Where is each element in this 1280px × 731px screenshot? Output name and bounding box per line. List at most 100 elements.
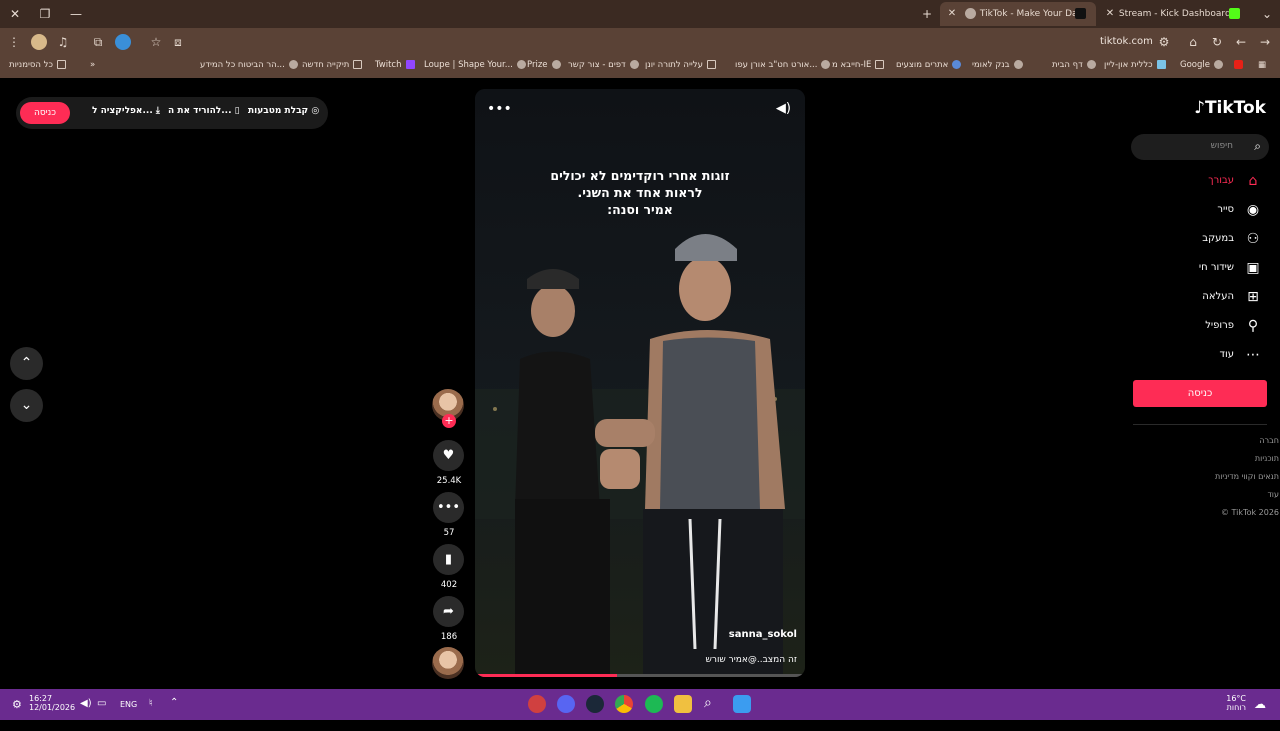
steam-icon[interactable]	[586, 695, 604, 713]
back-icon[interactable]: ←	[1233, 34, 1249, 50]
footer-company[interactable]: חברה	[1140, 436, 1280, 445]
get-app-button[interactable]: אפליקציה ל... ⤓	[92, 106, 160, 116]
globe-icon	[288, 60, 298, 69]
extension-icon[interactable]	[115, 34, 131, 50]
tray-expand-icon[interactable]: ⌃	[170, 697, 178, 728]
sidebar-item-foryou[interactable]: עבורך ⌂	[1134, 172, 1264, 192]
apps-grid-icon[interactable]: ▦	[1258, 60, 1266, 70]
site-settings-icon[interactable]: ⚙	[1156, 34, 1172, 50]
bookmark-home[interactable]: דף הבית	[1052, 60, 1096, 70]
bookmark-prize[interactable]: Prize	[527, 60, 561, 70]
sidebar-item-live[interactable]: שידור חי ▣	[1134, 259, 1264, 279]
save-count: 402	[440, 580, 458, 590]
restore-window-icon[interactable]: ❐	[35, 4, 55, 24]
app-icon[interactable]	[528, 695, 546, 713]
video-player[interactable]: ••• ◀) זוגות אחרי רוקדימים לא יכולים לרא…	[475, 89, 805, 677]
minimize-window-icon[interactable]: —	[66, 4, 86, 24]
bookmark-all[interactable]: כל הסימניות	[9, 60, 66, 70]
close-tab-icon[interactable]: ✕	[946, 2, 958, 26]
bookmarks-overflow-icon[interactable]: »	[90, 60, 95, 70]
upload-icon: ⊞	[1247, 289, 1259, 305]
folder-icon	[875, 60, 885, 69]
youtube-icon[interactable]	[1230, 60, 1243, 70]
video-progress-bar[interactable]	[475, 674, 805, 677]
close-tab-icon[interactable]: ✕	[1104, 2, 1116, 26]
bookmark-twitch[interactable]: Twitch	[375, 60, 415, 70]
windows-start-icon[interactable]	[733, 695, 751, 713]
save-button[interactable]: ▮	[433, 544, 464, 575]
tab-kick[interactable]: ✕ Stream - Kick Dashboard	[1098, 2, 1250, 26]
tiktok-page: כניסה אפליקציה ל... ⤓ להוריד את ה... ▯ ק…	[0, 78, 1280, 689]
close-window-icon[interactable]: ✕	[5, 4, 25, 24]
sidebar-item-more[interactable]: עוד ⋯	[1134, 346, 1264, 366]
top-action-bar: כניסה אפליקציה ל... ⤓ להוריד את ה... ▯ ק…	[16, 97, 328, 129]
comment-button[interactable]: •••	[433, 492, 464, 523]
bookmark-star-icon[interactable]: ☆	[148, 34, 164, 50]
bookmark-suggested[interactable]: אתרים מוצעים	[896, 60, 962, 70]
login-button-sidebar[interactable]: כניסה	[1133, 380, 1267, 407]
bookmark-ort[interactable]: אורט חט"ב אורן עפו...	[735, 60, 831, 70]
chrome-icon[interactable]	[615, 695, 633, 713]
search-icon[interactable]: ⌕	[1254, 139, 1261, 154]
bookmark-leumi[interactable]: בנק לאומי	[972, 60, 1023, 70]
weather-widget[interactable]: 16°C רוחות	[1222, 694, 1246, 725]
next-video-button[interactable]: ⌄	[10, 389, 43, 422]
file-explorer-icon[interactable]	[674, 695, 692, 713]
install-app-icon[interactable]: ⧈	[170, 34, 186, 50]
bookmark-loupe[interactable]: Loupe | Shape Your...	[424, 60, 526, 70]
footer-more[interactable]: עוד	[1140, 490, 1280, 499]
spotify-icon[interactable]	[645, 695, 663, 713]
login-button-top[interactable]: כניסה	[20, 102, 70, 124]
forward-icon[interactable]: →	[1257, 34, 1273, 50]
bookmark-google[interactable]: Google	[1180, 60, 1223, 70]
video-more-icon[interactable]: •••	[487, 101, 512, 117]
menu-dots-icon[interactable]: ⋮	[6, 34, 22, 50]
new-tab-icon[interactable]: +	[917, 4, 937, 24]
extensions-icon[interactable]: ⧉	[90, 34, 106, 50]
address-bar[interactable]: tiktok.com	[1100, 36, 1153, 47]
bookmark-torah[interactable]: עלייה לתורה יונן	[645, 60, 716, 70]
follow-plus-icon[interactable]: +	[442, 414, 456, 428]
previous-video-button[interactable]: ⌃	[10, 347, 43, 380]
share-button[interactable]: ➦	[433, 596, 464, 627]
display-icon[interactable]: ▭	[97, 698, 106, 729]
like-button[interactable]: ♥	[433, 440, 464, 471]
bookmark-clalit[interactable]: כללית און-ליין	[1104, 60, 1166, 70]
search-taskbar-icon[interactable]: ⌕	[704, 695, 712, 726]
footer-programs[interactable]: תוכניות	[1140, 454, 1280, 463]
sound-avatar[interactable]	[432, 647, 464, 679]
bookmark-new-folder[interactable]: תיקייה חדשה	[302, 60, 363, 70]
microphone-icon[interactable]: ♮	[149, 698, 153, 729]
download-icon: ⤓	[155, 106, 160, 116]
share-count: 186	[440, 632, 458, 642]
video-username[interactable]: sanna_sokol	[729, 629, 797, 640]
tab-search-icon[interactable]: ⌄	[1257, 4, 1277, 24]
home-button-icon[interactable]: ⌂	[1185, 34, 1201, 50]
tiktok-logo[interactable]: ♪TikTok	[1194, 98, 1266, 118]
speaker-icon[interactable]: ◀)	[80, 698, 92, 729]
sidebar-item-following[interactable]: במעקב ⚇	[1134, 230, 1264, 250]
video-caption: זוגות אחרי רוקדימים לא יכולים לראות אחד …	[550, 168, 730, 217]
bookmark-ie-import[interactable]: חייבא מ-IE	[832, 60, 885, 70]
tab-tiktok[interactable]: ✕ TikTok - Make Your Day	[940, 2, 1096, 26]
profile-avatar-icon[interactable]	[31, 34, 47, 50]
sidebar-item-explore[interactable]: סייר ◉	[1134, 201, 1264, 221]
live-icon: ▣	[1246, 260, 1260, 276]
download-app-button[interactable]: להוריד את ה... ▯	[168, 106, 240, 116]
discord-icon[interactable]	[557, 695, 575, 713]
language-indicator[interactable]: ENG	[120, 700, 137, 731]
footer-terms[interactable]: תנאים וקווי מדיניות	[1140, 472, 1280, 481]
video-description[interactable]: זה המצב..@אמיר שורש	[706, 655, 797, 665]
search-input[interactable]: חיפוש ⌕	[1131, 134, 1269, 160]
bookmark-contact[interactable]: דפים - צור קשר	[568, 60, 639, 70]
network-status-icon[interactable]: ⚙	[12, 698, 22, 729]
reload-icon[interactable]: ↻	[1209, 34, 1225, 50]
twitch-icon	[405, 60, 415, 69]
sidebar-item-profile[interactable]: פרופיל ⚲	[1134, 317, 1264, 337]
sidebar-item-upload[interactable]: העלאה ⊞	[1134, 288, 1264, 308]
volume-icon[interactable]: ◀)	[776, 101, 791, 116]
get-coins-button[interactable]: קבלת מטבעות ◎	[248, 106, 319, 116]
bookmark-har-bituach[interactable]: הר הביטוח כל המידע...	[200, 60, 298, 70]
clock[interactable]: 16:27 12/01/2026	[29, 694, 75, 725]
media-controls-icon[interactable]: ♫	[55, 34, 71, 50]
